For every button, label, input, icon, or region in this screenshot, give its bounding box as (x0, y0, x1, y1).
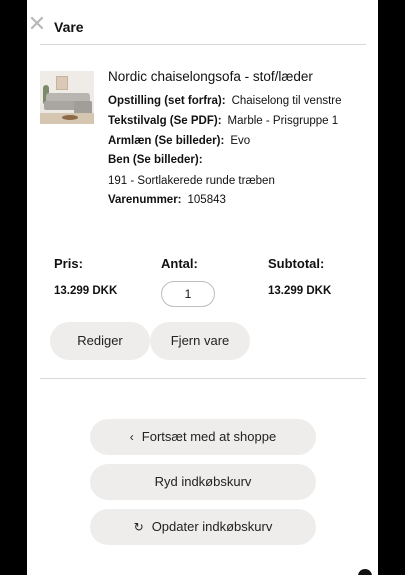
spec-row: Armlæn (Se billeder): Evo (108, 135, 250, 147)
spec-value: Chaiselong til venstre (231, 95, 342, 107)
price-value: 13.299 DKK (54, 285, 118, 297)
section-title: Vare (54, 19, 84, 35)
divider (40, 378, 366, 379)
sku-row: Varenummer: 105843 (108, 194, 226, 206)
remove-item-button[interactable]: Fjern vare (150, 322, 250, 360)
sku-label: Varenummer: (108, 194, 182, 206)
product-name[interactable]: Nordic chaiselongsofa - stof/læder (108, 69, 313, 84)
continue-shopping-button[interactable]: ‹ Fortsæt med at shoppe (90, 419, 316, 455)
refresh-icon: ↻ (133, 520, 144, 534)
close-icon[interactable]: ✕ (27, 13, 47, 35)
product-image[interactable] (40, 71, 94, 124)
quantity-input[interactable]: 1 (161, 281, 215, 307)
spec-row: Opstilling (set forfra): Chaiselong til v… (108, 95, 342, 107)
spec-row: Tekstilvalg (Se PDF): Marble - Prisgruppe… (108, 115, 338, 127)
spec-value-ben: 191 - Sortlakerede runde træben (108, 175, 275, 187)
edit-button[interactable]: Rediger (50, 322, 150, 360)
continue-shopping-label: Fortsæt med at shoppe (141, 429, 277, 444)
spec-row: Ben (Se billeder): (108, 154, 203, 166)
chevron-left-icon: ‹ (129, 430, 134, 444)
subtotal-label: Subtotal: (268, 256, 325, 271)
spec-label: Armlæn (Se billeder): (108, 135, 225, 147)
quantity-label: Antal: (161, 256, 198, 271)
cart-panel: ✕ Vare Nordic chaiselongsofa - stof/læde… (27, 0, 378, 575)
update-cart-button[interactable]: ↻ Opdater indkøbskurv (90, 509, 316, 545)
price-label: Pris: (54, 256, 83, 271)
spec-label: Opstilling (set forfra): (108, 95, 226, 107)
spec-label: Tekstilvalg (Se PDF): (108, 115, 222, 127)
clear-cart-button[interactable]: Ryd indkøbskurv (90, 464, 316, 500)
subtotal-value: 13.299 DKK (268, 285, 332, 297)
scroll-indicator (358, 569, 372, 575)
spec-value: Marble - Prisgruppe 1 (227, 115, 339, 127)
spec-label: Ben (Se billeder): (108, 154, 203, 166)
update-cart-label: Opdater indkøbskurv (151, 519, 273, 534)
sku-value: 105843 (187, 194, 226, 206)
divider (40, 44, 366, 45)
spec-value: Evo (230, 135, 251, 147)
